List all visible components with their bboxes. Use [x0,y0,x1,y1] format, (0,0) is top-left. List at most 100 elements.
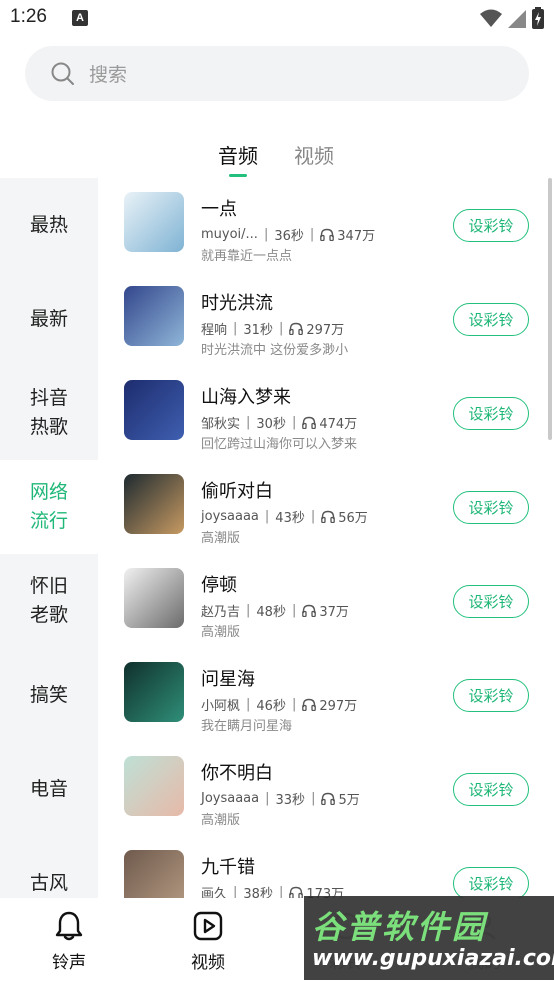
song-description: 高潮版 [201,625,241,640]
sidebar-item-label: 电音 [29,777,68,800]
sidebar-item-douyin-hits[interactable]: 抖音热歌 [0,366,98,460]
list-item[interactable]: 停顿 赵乃吉 | 48秒 | 37万 高潮版 设彩铃 [98,554,554,648]
sidebar-item-label: 最热 [29,213,68,236]
song-artist: muyoi/... [201,227,258,242]
status-time: 1:26 [10,6,47,27]
song-meta: Joysaaaa | 33秒 | 5万 [201,789,360,808]
play-count: 474万 [302,413,357,432]
set-ringtone-button[interactable]: 设彩铃 [453,867,529,898]
headphones-icon [289,322,304,335]
song-artist: 赵乃吉 [201,605,241,620]
list-item[interactable]: 九千错 画久 | 38秒 | 173万 设彩铃 [98,836,554,898]
song-cover-image[interactable] [124,380,184,440]
song-duration: 46秒 [256,699,286,714]
ringtone-list: 一点 muyoi/... | 36秒 | 347万 就再靠近一点点 设彩铃 时光洪流 程响 | 31秒… [98,178,554,898]
song-title: 停顿 [201,575,237,596]
song-cover-image[interactable] [124,662,184,722]
play-count: 37万 [302,601,349,620]
sidebar-item-newest[interactable]: 最新 [0,272,98,366]
status-bar: 1:26 A [0,0,554,38]
list-item[interactable]: 你不明白 Joysaaaa | 33秒 | 5万 高潮版 设彩铃 [98,742,554,836]
nav-label: 视频 [191,953,225,973]
sidebar-item-label: 抖音热歌 [29,387,68,438]
nav-ringtones[interactable]: 铃声 [29,910,109,973]
song-title: 一点 [201,199,237,220]
play-count: 56万 [321,507,368,526]
separator: | [233,321,238,336]
song-cover-image[interactable] [124,756,184,816]
list-scrollbar[interactable] [548,178,552,440]
song-description: 回忆跨过山海你可以入梦来 [201,437,358,452]
separator: | [291,415,297,430]
separator: | [278,321,284,336]
sidebar-item-hottest[interactable]: 最热 [0,178,98,272]
separator: | [233,885,238,898]
song-cover-image[interactable] [124,568,184,628]
play-count: 347万 [320,225,375,244]
play-count-value: 297万 [306,323,345,338]
list-item[interactable]: 一点 muyoi/... | 36秒 | 347万 就再靠近一点点 设彩铃 [98,178,554,272]
nav-videos[interactable]: 视频 [168,910,248,973]
song-duration: 38秒 [243,887,273,898]
sidebar-item-label: 怀旧老歌 [29,575,68,626]
nav-label: 铃声 [52,953,86,973]
list-item[interactable]: 山海入梦来 邹秋实 | 30秒 | 474万 回忆跨过山海你可以入梦来 设彩铃 [98,366,554,460]
play-count-value: 56万 [338,511,368,526]
set-ringtone-button[interactable]: 设彩铃 [453,491,529,524]
headphones-icon [302,604,317,617]
video-play-icon [193,911,223,941]
media-tabs: 音频 视频 [0,140,554,180]
sidebar-item-internet-pop[interactable]: 网络流行 [0,460,98,554]
sidebar-item-edm[interactable]: 电音 [0,742,98,836]
tab-video[interactable]: 视频 [294,140,334,169]
status-icons [480,7,544,29]
set-ringtone-button[interactable]: 设彩铃 [453,679,529,712]
song-cover-image[interactable] [124,192,184,252]
song-artist: Joysaaaa [201,791,260,806]
song-title: 九千错 [201,857,255,878]
sidebar-item-oldies[interactable]: 怀旧老歌 [0,554,98,648]
tab-audio[interactable]: 音频 [218,140,258,169]
set-ringtone-button[interactable]: 设彩铃 [453,585,529,618]
song-meta: 邹秋实 | 30秒 | 474万 [201,413,357,432]
sidebar-item-label: 搞笑 [29,683,68,706]
watermark-title: 谷普软件园 [312,908,488,946]
wifi-icon [480,9,502,27]
song-duration: 30秒 [256,417,286,432]
song-cover-image[interactable] [124,850,184,898]
song-title: 偷听对白 [201,481,273,502]
song-artist: joysaaaa [201,509,259,524]
song-duration: 33秒 [275,793,306,808]
sidebar-item-funny[interactable]: 搞笑 [0,648,98,742]
set-ringtone-button[interactable]: 设彩铃 [453,303,529,336]
song-duration: 36秒 [274,229,304,244]
separator: | [246,415,251,430]
song-artist: 程响 [201,323,228,338]
headphones-icon [321,792,336,805]
sidebar-item-label: 最新 [29,307,68,330]
set-ringtone-button[interactable]: 设彩铃 [453,773,529,806]
sidebar-item-ancient-style[interactable]: 古风 [0,836,98,898]
headphones-icon [321,510,336,523]
set-ringtone-button[interactable]: 设彩铃 [453,397,529,430]
song-title: 时光洪流 [201,293,273,314]
search-bar[interactable]: 搜索 [25,46,529,101]
song-cover-image[interactable] [124,474,184,534]
search-input[interactable]: 搜索 [89,60,127,87]
notification-icon: A [72,10,88,26]
list-item[interactable]: 时光洪流 程响 | 31秒 | 297万 时光洪流中 这份爱多渺小 设彩铃 [98,272,554,366]
headphones-icon [302,416,317,429]
song-title: 你不明白 [201,763,273,784]
list-item[interactable]: 问星海 小阿枫 | 46秒 | 297万 我在瞒月问星海 设彩铃 [98,648,554,742]
play-count-value: 474万 [319,417,358,432]
list-item[interactable]: 偷听对白 joysaaaa | 43秒 | 56万 高潮版 设彩铃 [98,460,554,554]
song-title: 山海入梦来 [201,387,291,408]
play-count: 5万 [321,789,360,808]
song-cover-image[interactable] [124,286,184,346]
search-icon [51,62,74,85]
song-meta: 小阿枫 | 46秒 | 297万 [201,695,357,714]
set-ringtone-button[interactable]: 设彩铃 [453,209,529,242]
song-meta: joysaaaa | 43秒 | 56万 [201,507,368,526]
song-artist: 小阿枫 [201,699,241,714]
play-count-value: 297万 [319,699,358,714]
